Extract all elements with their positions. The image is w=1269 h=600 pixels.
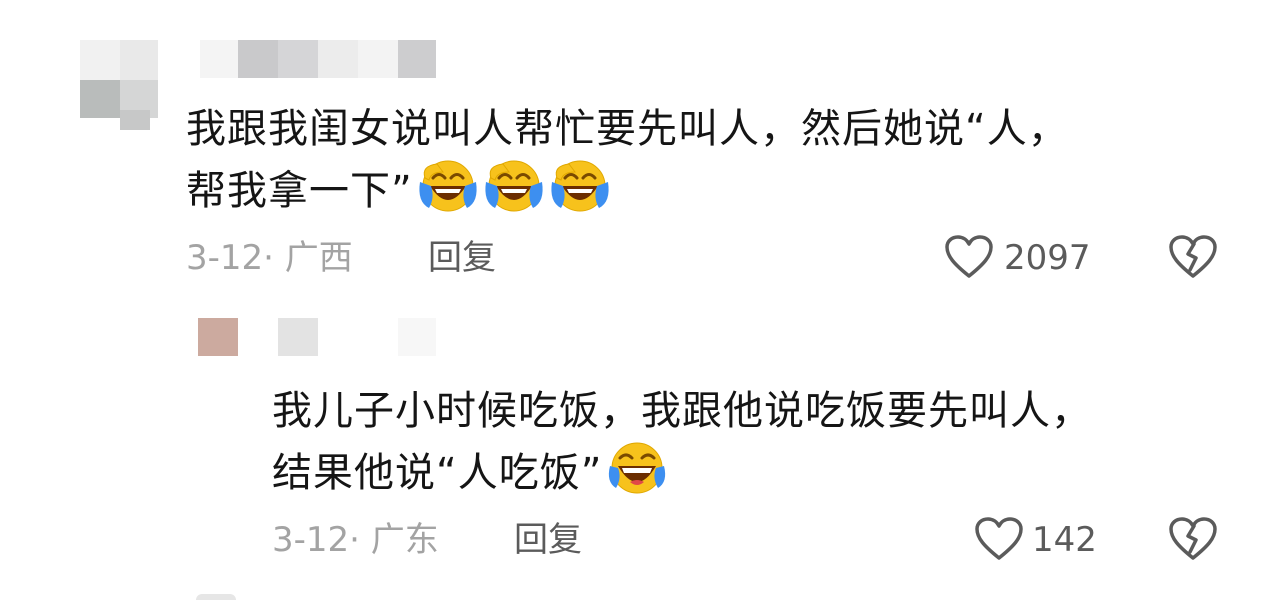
like-count: 2097 xyxy=(1004,238,1091,278)
comment-line-2-text: 帮我拿一下” xyxy=(186,168,413,214)
comment-line-2-text: 结果他说“人吃饭” xyxy=(272,450,603,496)
date-location: 3-12· 广西 xyxy=(186,238,353,278)
comment-thread: 我跟我闺女说叫人帮忙要先叫人，然后她说“人， 帮我拿一下” 3-12· 广西 回… xyxy=(0,0,1269,600)
heart-outline-icon[interactable] xyxy=(944,234,994,280)
face-with-tears-of-joy-icon xyxy=(419,160,477,212)
face-with-tears-of-joy-icon xyxy=(485,160,543,212)
comment-text: 我跟我闺女说叫人帮忙要先叫人，然后她说“人， 帮我拿一下” xyxy=(186,100,1069,220)
reply-button[interactable]: 回复 xyxy=(514,520,582,560)
reply-button[interactable]: 回复 xyxy=(428,238,496,278)
laughing-face-icon xyxy=(609,442,666,494)
date-location: 3-12· 广东 xyxy=(272,520,439,560)
comment-line-2: 帮我拿一下” xyxy=(186,158,1069,220)
like-count: 142 xyxy=(1032,520,1097,560)
comment-line-2: 结果他说“人吃饭” xyxy=(272,440,1092,502)
face-with-tears-of-joy-icon xyxy=(551,160,609,212)
comment-text: 我儿子小时候吃饭，我跟他说吃饭要先叫人， 结果他说“人吃饭” xyxy=(272,382,1092,502)
comment-line-1: 我儿子小时候吃饭，我跟他说吃饭要先叫人， xyxy=(272,388,1092,434)
comment-line-1: 我跟我闺女说叫人帮忙要先叫人，然后她说“人， xyxy=(186,106,1069,152)
broken-heart-icon[interactable] xyxy=(1168,516,1218,562)
broken-heart-icon[interactable] xyxy=(1168,234,1218,280)
heart-outline-icon[interactable] xyxy=(974,516,1024,562)
